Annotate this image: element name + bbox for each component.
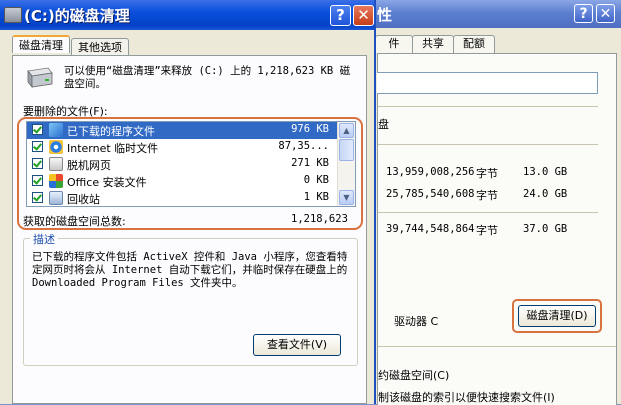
disk-cleanup-icon [4,7,22,23]
total-space-value: 1,218,623 [291,213,348,225]
intro-text: 可以使用“磁盘清理”来释放 (C:) 上的 1,218,623 KB 磁盘空间。 [64,65,351,90]
capacity-bytes: 39,744,548,864 [386,223,475,235]
free-bytes: 25,785,540,608 [386,188,475,200]
free-size: 24.0 GB [523,188,568,200]
filesystem-label: 盘 [378,118,389,131]
hard-drive-icon [27,67,53,89]
used-unit: 字节 [476,167,498,180]
divider [378,346,616,347]
disk-cleanup-dialog: (C:)的磁盘清理 ? ✕ 其他选项 磁盘清理 可以使用“磁盘清理”来释放 (C… [0,0,376,404]
capacity-unit: 字节 [476,224,498,237]
description-label: 描述 [30,231,58,247]
close-button[interactable]: ✕ [596,4,615,23]
help-button[interactable]: ? [330,5,351,26]
close-button[interactable]: ✕ [353,5,374,26]
help-button[interactable]: ? [574,4,593,23]
description-text: 已下载的程序文件包括 ActiveX 控件和 Java 小程序，您查看特定网页时… [32,251,348,289]
tab-sharing[interactable]: 共享 [412,35,454,53]
disk-cleanup-button[interactable]: 磁盘清理(D) [518,305,596,327]
drive-label: 驱动器 C [394,315,439,328]
used-size: 13.0 GB [523,166,568,178]
tab-disk-cleanup[interactable]: 磁盘清理 [12,35,70,53]
tab-quota[interactable]: 配额 [453,35,495,53]
dialog-titlebar: (C:)的磁盘清理 ? ✕ [0,0,374,30]
divider [378,106,598,107]
index-option[interactable]: 制该磁盘的索引以便快速搜索文件(I) [378,389,555,405]
free-unit: 字节 [476,189,498,202]
properties-panel: 盘 13,959,008,256 字节 13.0 GB 25,785,540,6… [377,53,617,405]
dialog-title: (C:)的磁盘清理 [24,7,130,25]
tab-more-options[interactable]: 其他选项 [71,38,129,56]
divider [378,212,598,213]
compress-option[interactable]: 约磁盘空间(C) [378,367,449,383]
divider [378,144,598,145]
total-space-label: 获取的磁盘空间总数: [23,215,126,228]
used-bytes: 13,959,008,256 [386,166,475,178]
volume-name-input[interactable] [377,72,598,94]
capacity-size: 37.0 GB [523,223,568,235]
view-files-button[interactable]: 查看文件(V) [253,334,341,356]
properties-title: 性 [377,6,393,24]
tab-hardware[interactable]: 件 [375,35,413,53]
